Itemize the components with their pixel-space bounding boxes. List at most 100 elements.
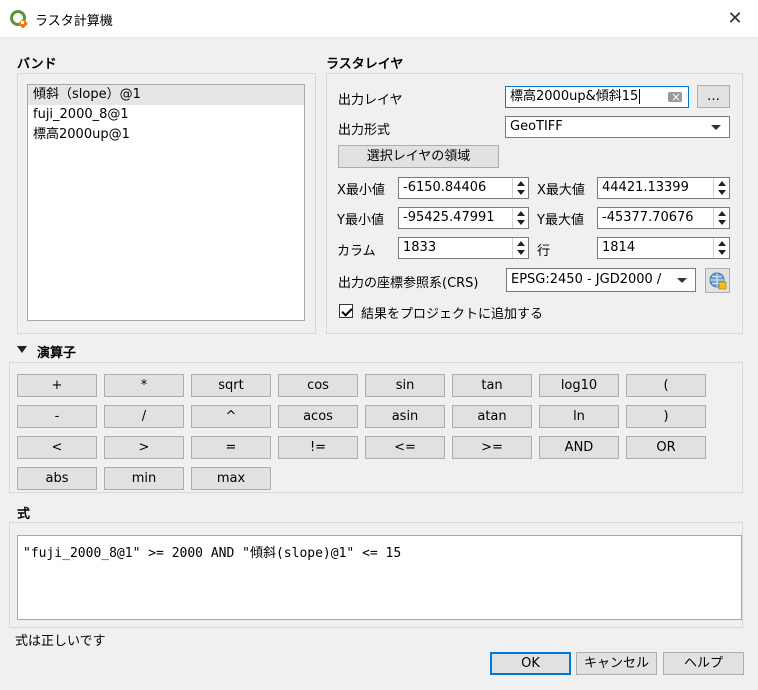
xmin-spinbox[interactable]: -6150.84406 <box>398 177 529 199</box>
add-to-project-checkbox[interactable] <box>339 304 353 318</box>
crs-selector-button[interactable] <box>705 268 730 293</box>
spin-buttons[interactable] <box>512 238 528 258</box>
xmin-label: X最小値 <box>337 183 385 198</box>
operator-button[interactable]: + <box>17 374 97 397</box>
arrow-up-icon <box>718 241 726 246</box>
arrow-up-icon <box>517 181 525 186</box>
operator-button[interactable]: != <box>278 436 358 459</box>
operator-button[interactable]: ^ <box>191 405 271 428</box>
output-format-value: GeoTIFF <box>510 119 563 134</box>
xmax-spinbox[interactable]: 44421.13399 <box>597 177 730 199</box>
list-item[interactable]: 標高2000up@1 <box>28 125 304 145</box>
title-bar: ラスタ計算機 ✕ <box>0 0 758 38</box>
columns-value: 1833 <box>403 240 437 255</box>
operator-button[interactable]: acos <box>278 405 358 428</box>
operator-button[interactable]: > <box>104 436 184 459</box>
columns-label: カラム <box>337 244 376 259</box>
spin-buttons[interactable] <box>713 238 729 258</box>
qgis-logo-icon <box>10 10 28 28</box>
operator-button[interactable]: min <box>104 467 184 490</box>
rows-label: 行 <box>537 244 551 259</box>
operator-button[interactable]: atan <box>452 405 532 428</box>
operator-button[interactable]: OR <box>626 436 706 459</box>
arrow-down-icon <box>517 250 525 255</box>
expression-editor[interactable]: "fuji_2000_8@1" >= 2000 AND "傾斜(slope)@1… <box>17 535 742 620</box>
arrow-down-icon <box>718 220 726 225</box>
output-format-select[interactable]: GeoTIFF <box>505 116 730 138</box>
operator-button[interactable]: < <box>17 436 97 459</box>
crs-value: EPSG:2450 - JGD2000 / <box>511 272 662 287</box>
operator-button[interactable]: ln <box>539 405 619 428</box>
xmin-value: -6150.84406 <box>403 180 487 195</box>
operator-button[interactable]: tan <box>452 374 532 397</box>
operator-button[interactable]: ( <box>626 374 706 397</box>
ok-button[interactable]: OK <box>490 652 571 675</box>
operator-button[interactable]: log10 <box>539 374 619 397</box>
crs-label: 出力の座標参照系(CRS) <box>338 276 479 291</box>
arrow-down-icon <box>517 190 525 195</box>
band-list[interactable]: 傾斜（slope）@1 fuji_2000_8@1 標高2000up@1 <box>27 84 305 321</box>
operator-button[interactable]: ) <box>626 405 706 428</box>
operators-header[interactable]: 演算子 <box>37 342 76 361</box>
columns-spinbox[interactable]: 1833 <box>398 237 529 259</box>
close-button[interactable]: ✕ <box>712 0 758 38</box>
operator-button[interactable]: >= <box>452 436 532 459</box>
output-format-label: 出力形式 <box>338 123 391 138</box>
spin-buttons[interactable] <box>713 208 729 228</box>
operator-button[interactable]: * <box>104 374 184 397</box>
spin-buttons[interactable] <box>713 178 729 198</box>
add-to-project-label: 結果をプロジェクトに追加する <box>361 307 544 322</box>
browse-button[interactable]: … <box>697 85 730 108</box>
operator-button[interactable]: asin <box>365 405 445 428</box>
xmax-label: X最大値 <box>537 183 585 198</box>
output-layer-field[interactable]: 標高2000up&傾斜15 <box>505 86 689 108</box>
operator-button[interactable]: = <box>191 436 271 459</box>
operator-button[interactable]: - <box>17 405 97 428</box>
expression-header: 式 <box>17 507 31 522</box>
output-layer-label: 出力レイヤ <box>338 93 403 108</box>
close-icon: ✕ <box>727 8 743 29</box>
arrow-up-icon <box>718 211 726 216</box>
clear-icon[interactable] <box>668 87 682 107</box>
list-item[interactable]: 傾斜（slope）@1 <box>28 85 304 105</box>
operator-button[interactable]: abs <box>17 467 97 490</box>
operator-button[interactable]: cos <box>278 374 358 397</box>
ymin-spinbox[interactable]: -95425.47991 <box>398 207 529 229</box>
arrow-down-icon <box>718 250 726 255</box>
expression-status: 式は正しいです <box>15 634 106 649</box>
spin-buttons[interactable] <box>512 178 528 198</box>
ymin-value: -95425.47991 <box>403 210 495 225</box>
xmax-value: 44421.13399 <box>602 180 689 195</box>
operator-button[interactable]: sqrt <box>191 374 271 397</box>
operator-button[interactable]: max <box>191 467 271 490</box>
output-layer-value: 標高2000up&傾斜15 <box>510 89 639 104</box>
arrow-up-icon <box>718 181 726 186</box>
operator-button[interactable]: sin <box>365 374 445 397</box>
spin-buttons[interactable] <box>512 208 528 228</box>
crs-select[interactable]: EPSG:2450 - JGD2000 / <box>506 268 696 292</box>
text-caret <box>639 89 641 104</box>
operator-button[interactable]: AND <box>539 436 619 459</box>
bands-header: バンド <box>17 57 57 72</box>
ymax-spinbox[interactable]: -45377.70676 <box>597 207 730 229</box>
help-button[interactable]: ヘルプ <box>663 652 744 675</box>
ymin-label: Y最小値 <box>337 213 384 228</box>
operator-button[interactable]: <= <box>365 436 445 459</box>
selected-layer-extent-button[interactable]: 選択レイヤの領域 <box>338 145 499 168</box>
chevron-down-icon <box>677 278 687 283</box>
raster-layer-header: ラスタレイヤ <box>326 57 404 72</box>
ymax-label: Y最大値 <box>537 213 584 228</box>
collapse-arrow-icon[interactable] <box>17 346 27 353</box>
raster-layer-group <box>326 73 743 334</box>
rows-spinbox[interactable]: 1814 <box>597 237 730 259</box>
arrow-down-icon <box>718 190 726 195</box>
window-title: ラスタ計算機 <box>35 14 113 29</box>
arrow-up-icon <box>517 241 525 246</box>
cancel-button[interactable]: キャンセル <box>576 652 657 675</box>
chevron-down-icon <box>711 125 721 130</box>
ymax-value: -45377.70676 <box>602 210 694 225</box>
arrow-down-icon <box>517 220 525 225</box>
arrow-up-icon <box>517 211 525 216</box>
operator-button[interactable]: / <box>104 405 184 428</box>
list-item[interactable]: fuji_2000_8@1 <box>28 105 304 125</box>
